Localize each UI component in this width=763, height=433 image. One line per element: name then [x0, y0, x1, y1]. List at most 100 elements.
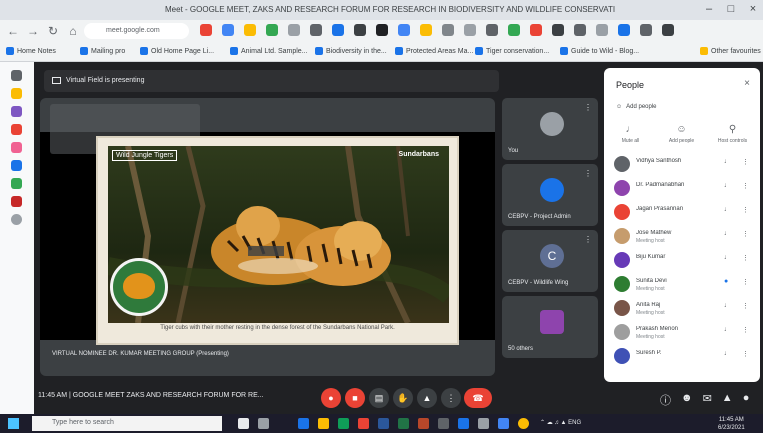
extension-icon[interactable]	[464, 24, 476, 36]
bookmark-item[interactable]: Tiger conservation...	[475, 47, 549, 55]
chrome-icon[interactable]	[358, 418, 369, 429]
sidebar-icon[interactable]	[11, 196, 22, 207]
more-options-icon[interactable]: ⋮	[742, 182, 749, 190]
add-people-button[interactable]: ☺ Add people	[616, 104, 657, 110]
add-people-option[interactable]: ☺ Add people	[659, 124, 704, 144]
more-options-icon[interactable]: ⋮	[742, 158, 749, 166]
extension-icon[interactable]	[310, 24, 322, 36]
participant-row[interactable]: Biju Kumar ♩ ⋮	[614, 250, 754, 272]
sidebar-icon[interactable]	[11, 178, 22, 189]
mic-off-icon[interactable]: ●	[321, 388, 341, 408]
extension-icon[interactable]	[574, 24, 586, 36]
participant-row[interactable]: Anita Raj Meeting host ♩ ⋮	[614, 298, 754, 320]
bookmark-item[interactable]: Home Notes	[6, 47, 56, 55]
taskbar-clock[interactable]: 11:45 AM 6/23/2021	[718, 416, 745, 432]
powerpoint-icon[interactable]	[418, 418, 429, 429]
extension-icon[interactable]	[244, 24, 256, 36]
extension-icon[interactable]	[200, 24, 212, 36]
more-options-icon[interactable]: ⋮	[742, 278, 749, 286]
more-options-icon[interactable]: ⋮	[584, 235, 592, 244]
extension-icon[interactable]	[266, 24, 278, 36]
edge-icon[interactable]	[298, 418, 309, 429]
extension-icon[interactable]	[662, 24, 674, 36]
close-window-button[interactable]: ×	[744, 3, 762, 15]
forward-icon[interactable]: →	[26, 24, 40, 38]
sidebar-icon[interactable]	[11, 70, 22, 81]
participant-row[interactable]: Dr. Padmanabhan ♩ ⋮	[614, 178, 754, 200]
chat-icon[interactable]: ✉	[703, 392, 712, 408]
extension-icon[interactable]	[376, 24, 388, 36]
back-icon[interactable]: ←	[6, 24, 20, 38]
extension-icon[interactable]	[442, 24, 454, 36]
sidebar-icon[interactable]	[11, 124, 22, 135]
app-icon[interactable]	[478, 418, 489, 429]
bookmark-item[interactable]: Mailing pro	[80, 47, 125, 55]
leave-call-icon[interactable]: ☎	[464, 388, 492, 408]
close-icon[interactable]: ×	[744, 78, 750, 89]
participant-row[interactable]: Prakash Menon Meeting host ♩ ⋮	[614, 322, 754, 344]
extension-icon[interactable]	[420, 24, 432, 36]
extension-icon[interactable]	[508, 24, 520, 36]
cortana-icon[interactable]	[238, 418, 249, 429]
participant-row[interactable]: Jose Mathew Meeting host ♩ ⋮	[614, 226, 754, 248]
sidebar-icon[interactable]	[11, 106, 22, 117]
people-icon[interactable]: ☻	[681, 392, 693, 408]
app-icon[interactable]	[458, 418, 469, 429]
bookmark-item[interactable]: Biodiversity in the...	[315, 47, 387, 55]
task-view-icon[interactable]	[258, 418, 269, 429]
taskbar-search[interactable]: Type here to search	[32, 416, 222, 431]
sidebar-icon[interactable]	[11, 142, 22, 153]
weather-icon[interactable]	[518, 418, 529, 429]
present-icon[interactable]: ▲	[417, 388, 437, 408]
more-options-icon[interactable]: ⋮	[584, 169, 592, 178]
sidebar-icon[interactable]	[11, 160, 22, 171]
extension-icon[interactable]	[552, 24, 564, 36]
info-icon[interactable]: ⓘ	[660, 392, 671, 408]
participant-row[interactable]: Jagan Prasannan ♩ ⋮	[614, 202, 754, 224]
excel-icon[interactable]	[398, 418, 409, 429]
minimize-button[interactable]: –	[700, 3, 718, 15]
extension-icon[interactable]	[222, 24, 234, 36]
captions-icon[interactable]: ▤	[369, 388, 389, 408]
more-icon[interactable]: ⋮	[441, 388, 461, 408]
system-tray-icons[interactable]: ⌃ ☁ ♫ ▲ ENG	[540, 419, 581, 426]
participant-tile[interactable]: ⋮ CEBPV - Project Admin	[502, 164, 598, 226]
extension-icon[interactable]	[640, 24, 652, 36]
bookmark-item[interactable]: Protected Areas Ma...	[395, 47, 473, 55]
host-controls-button[interactable]: ⚲ Host controls	[710, 124, 755, 144]
extension-icon[interactable]	[596, 24, 608, 36]
participant-row[interactable]: Sunita Devi Meeting host ● ⋮	[614, 274, 754, 296]
participant-row[interactable]: Vidhya Santhosh ♩ ⋮	[614, 154, 754, 176]
participant-row[interactable]: Suresh P. ♩ ⋮	[614, 346, 754, 368]
more-options-icon[interactable]: ⋮	[742, 350, 749, 358]
word-icon[interactable]	[378, 418, 389, 429]
extension-icon[interactable]	[618, 24, 630, 36]
add-sidebar-icon[interactable]	[11, 214, 22, 225]
reload-icon[interactable]: ↻	[46, 24, 60, 38]
camera-off-icon[interactable]: ■	[345, 388, 365, 408]
more-options-icon[interactable]: ⋮	[742, 302, 749, 310]
more-options-icon[interactable]: ⋮	[742, 206, 749, 214]
extension-icon[interactable]	[332, 24, 344, 36]
participant-tile[interactable]: 50 others	[502, 296, 598, 358]
extension-icon[interactable]	[530, 24, 542, 36]
bookmark-item[interactable]: Old Home Page Li...	[140, 47, 214, 55]
more-options-icon[interactable]: ⋮	[742, 254, 749, 262]
lock-icon[interactable]: ●	[743, 392, 750, 408]
extension-icon[interactable]	[354, 24, 366, 36]
more-options-icon[interactable]: ⋮	[742, 326, 749, 334]
extension-icon[interactable]	[288, 24, 300, 36]
file-explorer-icon[interactable]	[318, 418, 329, 429]
bookmark-item[interactable]: Animal Ltd. Sample...	[230, 47, 308, 55]
activities-icon[interactable]: ▲	[722, 392, 733, 408]
participant-tile[interactable]: C ⋮ CEBPV - Wildlife Wing	[502, 230, 598, 292]
app-icon[interactable]	[498, 418, 509, 429]
address-bar[interactable]: meet.google.com	[84, 23, 189, 39]
more-options-icon[interactable]: ⋮	[584, 103, 592, 112]
raise-hand-icon[interactable]: ✋	[393, 388, 413, 408]
mute-all-button[interactable]: ♩ Mute all	[608, 124, 653, 144]
bookmark-item[interactable]: Other favourites	[700, 47, 761, 55]
participant-tile[interactable]: ⋮ You	[502, 98, 598, 160]
windows-start-icon[interactable]	[8, 418, 19, 429]
bookmark-item[interactable]: Guide to Wild - Blog...	[560, 47, 639, 55]
